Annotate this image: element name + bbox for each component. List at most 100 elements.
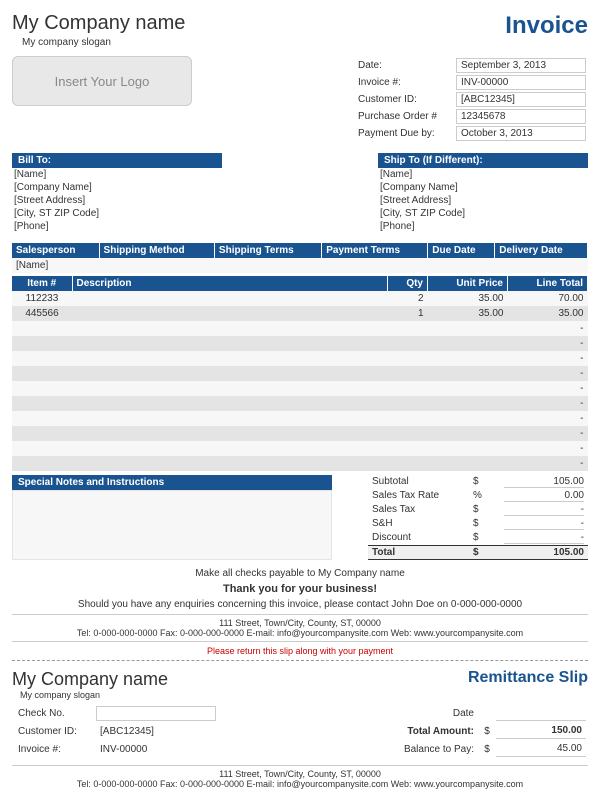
company-name: My Company name	[12, 12, 185, 35]
remit-customer-value: [ABC12345]	[96, 723, 216, 739]
ship-to-line[interactable]: [Phone]	[378, 220, 588, 233]
item-desc[interactable]	[72, 426, 388, 441]
line-item-row[interactable]: -	[12, 351, 588, 366]
line-item-row[interactable]: 445566135.0035.00	[12, 306, 588, 321]
totals-value[interactable]: 105.00	[504, 476, 584, 488]
totals-value[interactable]: 0.00	[504, 490, 584, 502]
totals-value[interactable]: -	[504, 532, 584, 544]
item-number[interactable]	[12, 411, 72, 426]
line-item-row[interactable]: -	[12, 411, 588, 426]
item-number[interactable]	[12, 336, 72, 351]
item-price[interactable]	[428, 321, 508, 336]
ship-to-line[interactable]: [City, ST ZIP Code]	[378, 207, 588, 220]
totals-value[interactable]: -	[504, 518, 584, 530]
item-qty[interactable]	[388, 336, 428, 351]
line-item-row[interactable]: -	[12, 396, 588, 411]
meta-due-value[interactable]: October 3, 2013	[456, 126, 586, 141]
meta-po-value[interactable]: 12345678	[456, 109, 586, 124]
item-price[interactable]	[428, 426, 508, 441]
line-item-row[interactable]: -	[12, 381, 588, 396]
ship-to-line[interactable]: [Street Address]	[378, 194, 588, 207]
item-desc[interactable]	[72, 456, 388, 471]
item-number[interactable]	[12, 381, 72, 396]
bill-to-line[interactable]: [Phone]	[12, 220, 222, 233]
item-qty[interactable]	[388, 426, 428, 441]
item-desc[interactable]	[72, 411, 388, 426]
item-qty[interactable]	[388, 456, 428, 471]
item-qty[interactable]	[388, 366, 428, 381]
totals-sym: %	[473, 490, 493, 502]
item-price[interactable]	[428, 351, 508, 366]
item-number[interactable]	[12, 321, 72, 336]
item-number[interactable]	[12, 456, 72, 471]
item-price[interactable]	[428, 441, 508, 456]
item-desc[interactable]	[72, 321, 388, 336]
ship-to-line[interactable]: [Company Name]	[378, 181, 588, 194]
meta-invoice-value[interactable]: INV-00000	[456, 75, 586, 90]
totals-row: Sales Tax Rate%0.00	[368, 489, 588, 503]
item-desc[interactable]	[72, 291, 388, 306]
item-desc[interactable]	[72, 366, 388, 381]
item-number[interactable]	[12, 441, 72, 456]
item-qty[interactable]	[388, 396, 428, 411]
logo-placeholder[interactable]: Insert Your Logo	[12, 56, 192, 106]
ship-to-line[interactable]: [Name]	[378, 168, 588, 181]
meta-customer-value[interactable]: [ABC12345]	[456, 92, 586, 107]
item-desc[interactable]	[72, 336, 388, 351]
remit-date-field[interactable]	[496, 706, 586, 721]
item-desc[interactable]	[72, 351, 388, 366]
item-desc[interactable]	[72, 396, 388, 411]
item-qty[interactable]	[388, 381, 428, 396]
line-item-row[interactable]: -	[12, 441, 588, 456]
item-qty[interactable]	[388, 321, 428, 336]
item-price[interactable]	[428, 396, 508, 411]
item-number[interactable]	[12, 366, 72, 381]
meta-date-value[interactable]: September 3, 2013	[456, 58, 586, 73]
items-header-total: Line Total	[508, 276, 588, 291]
item-number[interactable]: 445566	[12, 306, 72, 321]
remit-check-field[interactable]	[96, 706, 216, 721]
item-number[interactable]: 112233	[12, 291, 72, 306]
company-slogan: My company slogan	[22, 37, 185, 48]
notes-body[interactable]	[12, 490, 332, 560]
bill-to-line[interactable]: [Company Name]	[12, 181, 222, 194]
invoice-title: Invoice	[505, 12, 588, 40]
item-price[interactable]	[428, 336, 508, 351]
terms-cell[interactable]	[214, 258, 321, 274]
line-item-row[interactable]: -	[12, 336, 588, 351]
item-qty[interactable]	[388, 441, 428, 456]
item-price[interactable]	[428, 381, 508, 396]
item-qty[interactable]: 1	[388, 306, 428, 321]
remittance-title: Remittance Slip	[468, 669, 588, 687]
item-number[interactable]	[12, 396, 72, 411]
item-price[interactable]: 35.00	[428, 306, 508, 321]
item-qty[interactable]: 2	[388, 291, 428, 306]
terms-cell[interactable]	[99, 258, 214, 274]
items-header-desc: Description	[72, 276, 388, 291]
totals-value[interactable]: -	[504, 504, 584, 516]
item-qty[interactable]	[388, 411, 428, 426]
item-price[interactable]	[428, 366, 508, 381]
item-price[interactable]	[428, 456, 508, 471]
line-item-row[interactable]: -	[12, 366, 588, 381]
item-desc[interactable]	[72, 306, 388, 321]
bill-to-line[interactable]: [Street Address]	[12, 194, 222, 207]
line-item-row[interactable]: -	[12, 426, 588, 441]
item-number[interactable]	[12, 351, 72, 366]
bill-to-line[interactable]: [Name]	[12, 168, 222, 181]
line-item-row[interactable]: 112233235.0070.00	[12, 291, 588, 306]
item-qty[interactable]	[388, 351, 428, 366]
line-item-row[interactable]: -	[12, 456, 588, 471]
item-desc[interactable]	[72, 381, 388, 396]
item-price[interactable]	[428, 411, 508, 426]
item-desc[interactable]	[72, 441, 388, 456]
terms-cell[interactable]	[495, 258, 588, 274]
item-number[interactable]	[12, 426, 72, 441]
line-item-row[interactable]: -	[12, 321, 588, 336]
totals-sym: $	[473, 476, 493, 488]
bill-to-line[interactable]: [City, ST ZIP Code]	[12, 207, 222, 220]
item-price[interactable]: 35.00	[428, 291, 508, 306]
terms-cell[interactable]	[428, 258, 495, 274]
terms-cell[interactable]: [Name]	[12, 258, 99, 274]
terms-cell[interactable]	[322, 258, 428, 274]
